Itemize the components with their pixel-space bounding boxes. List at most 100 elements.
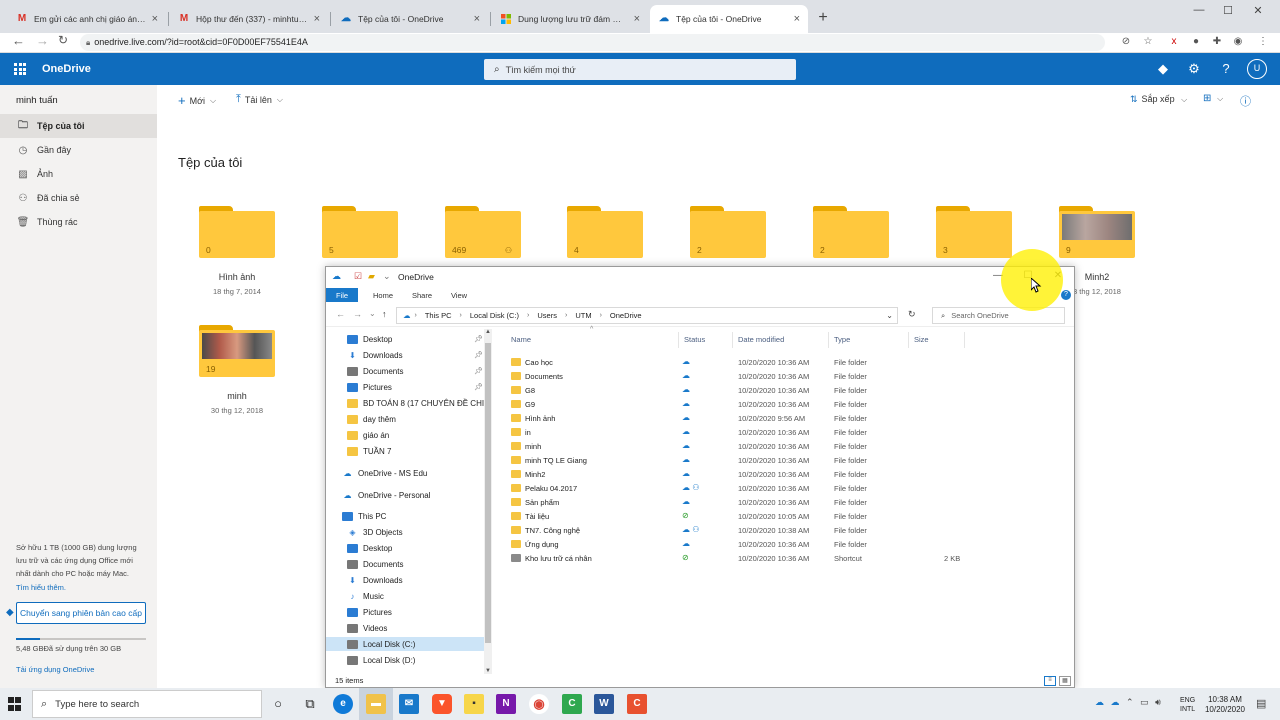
large-icons-view-icon[interactable]: ▦ xyxy=(1059,676,1071,686)
nav-pane-item[interactable]: ♪ Music xyxy=(326,589,486,603)
ribbon-tab-file[interactable]: File xyxy=(326,288,358,302)
camera-off-icon[interactable]: ⊘ xyxy=(1120,36,1132,48)
app-title[interactable]: OneDrive xyxy=(42,63,91,75)
nav-pane-item[interactable]: Desktop xyxy=(326,541,486,555)
folder-tile[interactable]: 5 xyxy=(320,206,400,272)
premium-diamond-icon[interactable]: ◆ xyxy=(1155,61,1171,77)
properties-check-icon[interactable]: ☑ xyxy=(354,271,362,282)
browser-tab-gmail-1[interactable]: M Em gửi các anh chị giáo án PTNL × xyxy=(8,5,166,33)
folder-tile[interactable]: 0 Hình ảnh 18 thg 7, 2014 xyxy=(197,206,277,296)
nav-item-recycle-bin[interactable]: 🗑︎ Thùng rác xyxy=(0,210,157,234)
new-folder-icon[interactable]: ▰ xyxy=(368,271,375,282)
nav-pane-item[interactable]: This PC xyxy=(326,509,486,523)
pin-extension-icon[interactable]: ● xyxy=(1190,36,1202,48)
back-arrow-icon[interactable]: ← xyxy=(12,33,25,48)
breadcrumb[interactable]: Users xyxy=(537,311,557,320)
folder-tile[interactable]: 4 xyxy=(565,206,645,272)
chevron-down-icon[interactable]: ⌄ xyxy=(886,311,893,320)
new-button[interactable]: + Mới ⌵ xyxy=(178,93,216,108)
table-row[interactable]: G9 ☁ 10/20/2020 10:36 AM File folder xyxy=(498,397,978,411)
close-icon[interactable]: × xyxy=(474,13,480,25)
nav-pane-item[interactable]: Pictures xyxy=(326,605,486,619)
star-icon[interactable]: ☆ xyxy=(1142,36,1154,48)
file-explorer-window[interactable]: ☁ ☑ ▰ ⌄ OneDrive — ☐ ✕ File Home Share V… xyxy=(325,266,1075,688)
brave-icon[interactable]: ▼ xyxy=(432,694,452,714)
close-icon[interactable]: × xyxy=(794,13,800,25)
app-launcher-icon[interactable] xyxy=(14,63,26,75)
nav-pane-item[interactable]: Videos xyxy=(326,621,486,635)
gear-icon[interactable]: ⚙ xyxy=(1186,61,1202,77)
sticky-notes-icon[interactable]: ▪ xyxy=(464,694,484,714)
folder-tile[interactable]: 19 minh 30 thg 12, 2018 xyxy=(197,325,277,415)
table-row[interactable]: Kho lưu trữ cá nhân ⊘ 10/20/2020 10:36 AM S… xyxy=(498,551,978,565)
scroll-up-icon[interactable]: ▲ xyxy=(485,329,491,335)
close-window-icon[interactable]: ✕ xyxy=(1248,4,1268,17)
chrome-icon[interactable]: ◉ xyxy=(529,694,549,714)
refresh-icon[interactable]: ↻ xyxy=(908,309,916,320)
recent-locations-icon[interactable]: ⌄ xyxy=(369,309,376,318)
learn-more-link[interactable]: Tìm hiểu thêm. xyxy=(16,583,66,592)
close-icon[interactable]: × xyxy=(152,13,158,25)
browser-tab-onedrive-active[interactable]: ☁ Tệp của tôi - OneDrive × xyxy=(650,5,808,33)
column-header-name[interactable]: Name xyxy=(511,335,531,344)
scrollbar-thumb[interactable] xyxy=(485,343,491,643)
input-language[interactable]: ENG INTL xyxy=(1180,696,1195,714)
back-arrow-icon[interactable]: ← xyxy=(336,309,345,319)
menu-dots-icon[interactable]: ⋮ xyxy=(1257,36,1269,48)
info-icon[interactable]: ⓘ xyxy=(1240,93,1251,109)
search-input[interactable]: ⌕ Tìm kiếm mọi thứ xyxy=(484,59,796,80)
help-icon[interactable]: ? xyxy=(1218,61,1234,76)
help-icon[interactable]: ? xyxy=(1061,290,1071,300)
column-header-status[interactable]: Status xyxy=(684,335,705,344)
table-row[interactable]: Tài liệu ⊘ 10/20/2020 10:05 AM File folder xyxy=(498,509,978,523)
table-row[interactable]: TN7. Công nghệ ☁ ⚇ 10/20/2020 10:38 AM File… xyxy=(498,523,978,537)
close-icon[interactable]: × xyxy=(314,13,320,25)
extension-x-icon[interactable]: x xyxy=(1168,36,1180,48)
onenote-icon[interactable]: N xyxy=(496,694,516,714)
taskbar-clock[interactable]: 10:38 AM 10/20/2020 xyxy=(1203,695,1247,715)
quick-access-dropdown-icon[interactable]: ⌄ xyxy=(383,271,391,282)
table-row[interactable]: Documents ☁ 10/20/2020 10:36 AM File folder xyxy=(498,369,978,383)
nav-pane-item[interactable]: TUẦN 7 xyxy=(326,444,486,458)
table-row[interactable]: Ứng dụng ☁ 10/20/2020 10:36 AM File folder xyxy=(498,537,978,551)
nav-pane-item[interactable]: giáo án xyxy=(326,428,486,442)
details-view-icon[interactable]: ≡ xyxy=(1044,676,1056,686)
nav-pane-item[interactable]: Desktop 📌︎ xyxy=(326,332,486,346)
puzzle-icon[interactable]: ✚ xyxy=(1211,36,1223,48)
mail-icon[interactable]: ✉ xyxy=(399,694,419,714)
table-row[interactable]: minh TQ LE Giang ☁ 10/20/2020 10:36 AM File… xyxy=(498,453,978,467)
nav-item-recent[interactable]: ◷ Gần đây xyxy=(0,138,157,162)
breadcrumb[interactable]: Local Disk (C:) xyxy=(470,311,519,320)
table-row[interactable]: Minh2 ☁ 10/20/2020 10:36 AM File folder xyxy=(498,467,978,481)
onedrive-cloud-icon[interactable]: ☁ xyxy=(1095,697,1104,707)
camtasia-recorder-icon[interactable]: C xyxy=(627,694,647,714)
taskbar-search-input[interactable]: ⌕ Type here to search xyxy=(32,690,262,718)
nav-item-shared[interactable]: ⚇ Đã chia sẻ xyxy=(0,186,157,210)
folder-tile[interactable]: 2 xyxy=(811,206,891,272)
table-row[interactable]: minh ☁ 10/20/2020 10:36 AM File folder xyxy=(498,439,978,453)
nav-pane-scrollbar[interactable]: ▲ ▼ xyxy=(484,329,492,674)
avatar[interactable]: U xyxy=(1247,59,1267,79)
nav-item-my-files[interactable]: 🗀︎ Tệp của tôi xyxy=(0,114,157,138)
breadcrumb[interactable]: OneDrive xyxy=(610,311,642,320)
address-bar[interactable]: 🔒︎ onedrive.live.com/?id=root&cid=0F0D00E… xyxy=(80,34,1105,51)
profile-icon[interactable]: ◉ xyxy=(1232,36,1244,48)
table-row[interactable]: Cao học ☁ 10/20/2020 10:36 AM File folder xyxy=(498,355,978,369)
close-icon[interactable]: × xyxy=(634,13,640,25)
nav-pane-item[interactable]: ◈ 3D Objects xyxy=(326,525,486,539)
browser-tab-gmail-2[interactable]: M Hộp thư đến (337) - minhtuanun... × xyxy=(170,5,328,33)
nav-pane-item[interactable]: Pictures 📌︎ xyxy=(326,380,486,394)
table-row[interactable]: Hình ảnh ☁ 10/20/2020 9:56 AM File folder xyxy=(498,411,978,425)
get-apps-link[interactable]: Tải ứng dụng OneDrive xyxy=(16,665,94,674)
breadcrumb[interactable]: This PC xyxy=(425,311,452,320)
explorer-search-input[interactable]: ⌕ Search OneDrive xyxy=(932,307,1065,324)
system-tray[interactable]: ☁ ☁ ⌃ ▭ 🔊︎ xyxy=(1095,697,1161,708)
ribbon-tab-view[interactable]: View xyxy=(444,288,474,302)
chevron-up-icon[interactable]: ⌃ xyxy=(1126,697,1134,707)
nav-item-photos[interactable]: ▨ Ảnh xyxy=(0,162,157,186)
browser-tab-storage[interactable]: Dung lượng lưu trữ đám mây cá... × xyxy=(492,5,648,33)
nav-pane-item[interactable]: ☁ OneDrive - Personal xyxy=(326,488,486,502)
ribbon-tab-share[interactable]: Share xyxy=(404,288,440,302)
nav-pane-item[interactable]: day thêm xyxy=(326,412,486,426)
volume-icon[interactable]: 🔊︎ xyxy=(1155,697,1161,707)
